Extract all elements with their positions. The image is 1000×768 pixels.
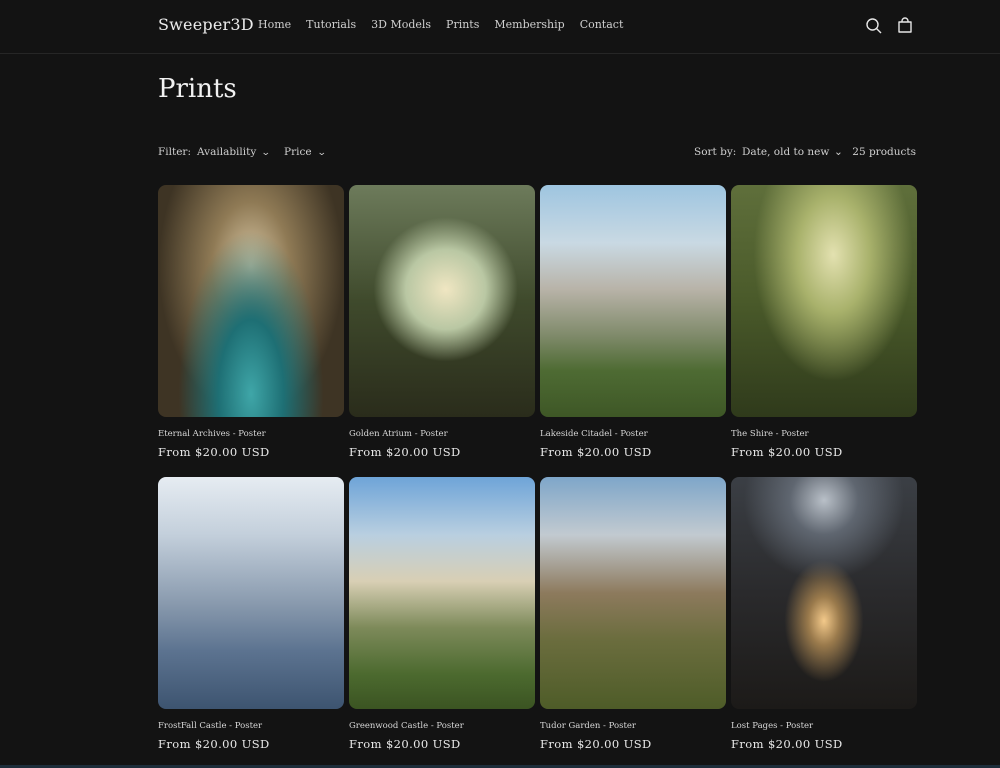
sort-select[interactable]: Date, old to new (742, 146, 842, 158)
product-card[interactable]: Lost Pages - Poster From $20.00 USD (731, 477, 917, 751)
product-title[interactable]: Lost Pages - Poster (731, 721, 917, 731)
chevron-down-icon: ⌄ (316, 148, 327, 158)
product-title[interactable]: The Shire - Poster (731, 429, 917, 439)
product-count: 25 products (852, 146, 916, 158)
product-card[interactable]: Lakeside Citadel - Poster From $20.00 US… (540, 185, 726, 459)
nav-3d-models[interactable]: 3D Models (371, 18, 431, 31)
product-title[interactable]: Eternal Archives - Poster (158, 429, 344, 439)
product-card[interactable]: The Shire - Poster From $20.00 USD (731, 185, 917, 459)
product-price: From $20.00 USD (731, 445, 843, 459)
product-card[interactable]: FrostFall Castle - Poster From $20.00 US… (158, 477, 344, 751)
chevron-down-icon: ⌄ (261, 148, 271, 158)
chevron-down-icon: ⌄ (834, 146, 843, 158)
product-price: From $20.00 USD (349, 445, 461, 459)
product-image[interactable] (158, 185, 344, 417)
product-image[interactable] (349, 185, 535, 417)
product-image[interactable] (540, 185, 726, 417)
product-price: From $20.00 USD (731, 737, 843, 751)
availability-filter[interactable]: Availability ⌄ (197, 146, 271, 158)
filter-bar: Filter: Availability ⌄ Price ⌄ Sort by: Da… (158, 146, 916, 162)
product-title[interactable]: Golden Atrium - Poster (349, 429, 535, 439)
search-icon[interactable] (864, 16, 884, 36)
sort-label: Sort by: (694, 146, 737, 158)
product-title[interactable]: Tudor Garden - Poster (540, 721, 726, 731)
product-price: From $20.00 USD (158, 737, 270, 751)
product-title[interactable]: Greenwood Castle - Poster (349, 721, 535, 731)
filter-label: Filter: (158, 146, 191, 158)
product-price: From $20.00 USD (349, 737, 461, 751)
site-header: Sweeper3D Home Tutorials 3D Models Print… (0, 0, 1000, 54)
product-image[interactable] (158, 477, 344, 709)
page-title: Prints (158, 74, 237, 104)
product-image[interactable] (349, 477, 535, 709)
cart-icon[interactable] (895, 16, 915, 36)
product-price: From $20.00 USD (540, 445, 652, 459)
product-image[interactable] (731, 185, 917, 417)
product-title[interactable]: Lakeside Citadel - Poster (540, 429, 726, 439)
product-image[interactable] (731, 477, 917, 709)
product-card[interactable]: Golden Atrium - Poster From $20.00 USD (349, 185, 535, 459)
nav-tutorials[interactable]: Tutorials (306, 18, 356, 31)
product-card[interactable]: Greenwood Castle - Poster From $20.00 US… (349, 477, 535, 751)
product-title[interactable]: FrostFall Castle - Poster (158, 721, 344, 731)
product-image[interactable] (540, 477, 726, 709)
nav-prints[interactable]: Prints (446, 18, 479, 31)
site-logo[interactable]: Sweeper3D (158, 15, 254, 34)
product-price: From $20.00 USD (540, 737, 652, 751)
main-nav: Home Tutorials 3D Models Prints Membersh… (258, 18, 623, 31)
nav-contact[interactable]: Contact (580, 18, 624, 31)
product-card[interactable]: Eternal Archives - Poster From $20.00 US… (158, 185, 344, 459)
price-filter-label: Price (284, 146, 312, 158)
product-price: From $20.00 USD (158, 445, 270, 459)
price-filter[interactable]: Price ⌄ (284, 146, 327, 158)
availability-filter-label: Availability (197, 146, 257, 158)
product-card[interactable]: Tudor Garden - Poster From $20.00 USD (540, 477, 726, 751)
nav-home[interactable]: Home (258, 18, 291, 31)
nav-membership[interactable]: Membership (494, 18, 564, 31)
